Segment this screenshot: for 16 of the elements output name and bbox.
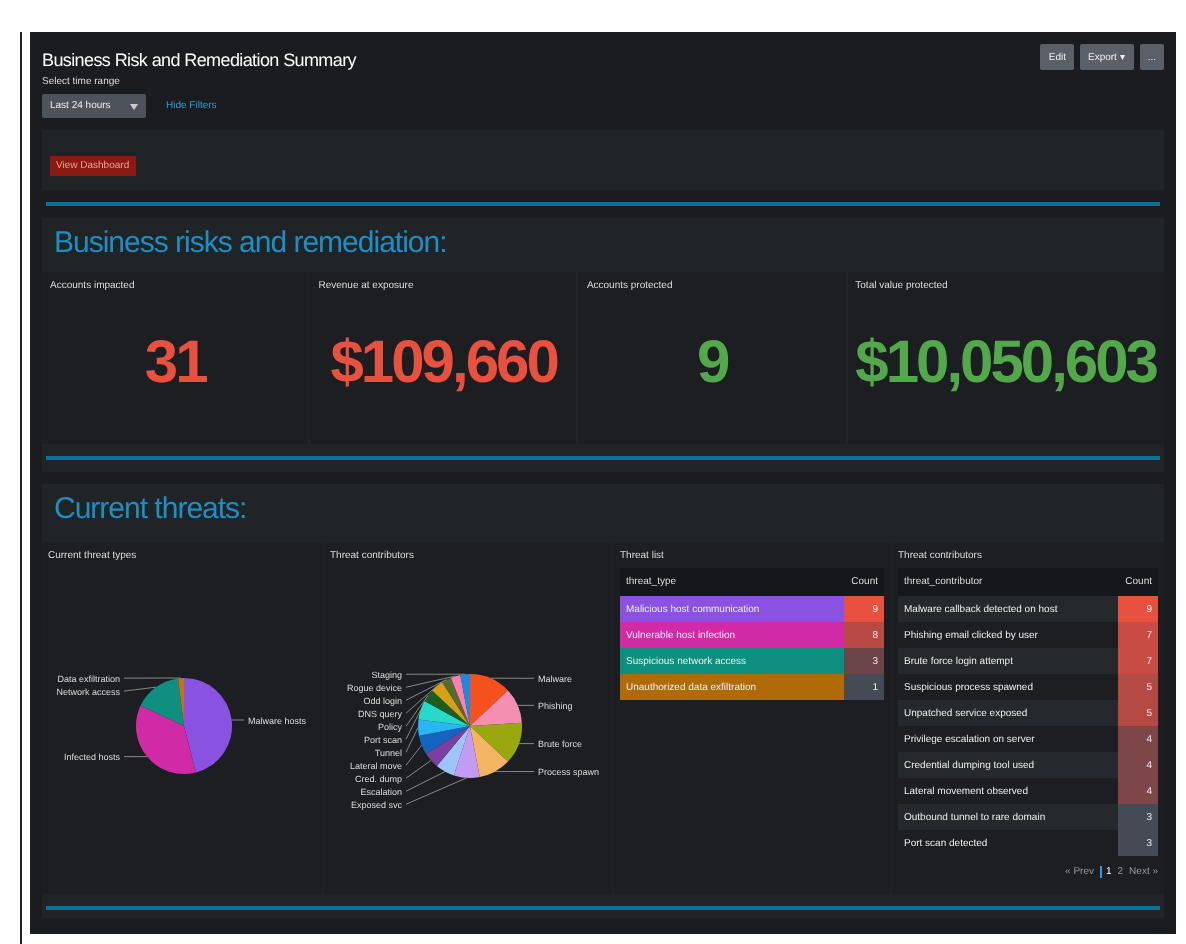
dashboard-title: Business Risk and Remediation Summary xyxy=(42,50,356,70)
section-heading: Business risks and remediation: xyxy=(52,224,449,264)
leader-line xyxy=(494,771,535,773)
leader-line xyxy=(123,686,157,692)
metric-value: 31 xyxy=(144,330,206,398)
leader-line xyxy=(123,677,182,679)
leader-line xyxy=(231,719,245,721)
leader-line xyxy=(490,677,535,679)
leader-line xyxy=(517,704,535,706)
metric-value: $10,050,603 xyxy=(855,330,1156,398)
metric-value: $109,660 xyxy=(330,330,557,398)
caret-icon xyxy=(130,103,138,109)
metric-value: 9 xyxy=(696,330,728,398)
leader-line xyxy=(123,756,148,758)
leader-line xyxy=(518,743,535,745)
section-heading: Current threats: xyxy=(52,490,249,530)
